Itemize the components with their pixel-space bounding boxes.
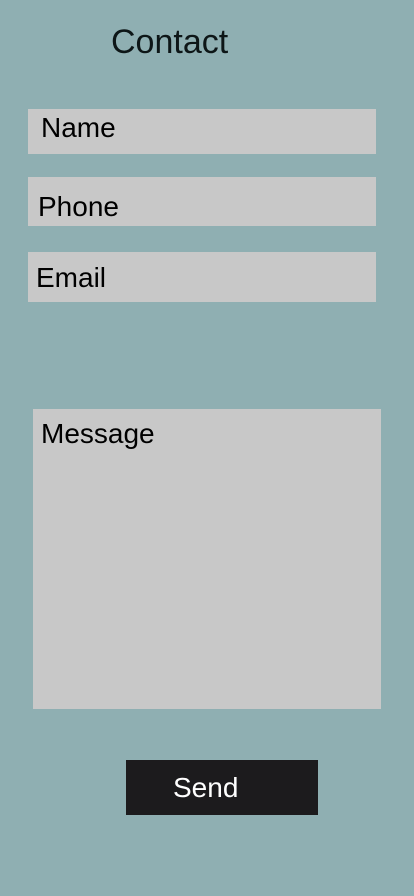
email-field[interactable]: Email <box>28 252 376 302</box>
send-button[interactable]: Send <box>126 760 318 815</box>
page-title: Contact <box>111 23 229 61</box>
name-placeholder: Name <box>41 112 116 143</box>
message-field[interactable]: Message <box>33 409 381 709</box>
email-placeholder: Email <box>36 262 107 293</box>
phone-field[interactable]: Phone <box>28 177 376 226</box>
send-button-label: Send <box>173 772 239 803</box>
name-field[interactable]: Name <box>28 109 376 154</box>
message-placeholder: Message <box>41 418 155 449</box>
phone-placeholder: Phone <box>38 191 119 222</box>
